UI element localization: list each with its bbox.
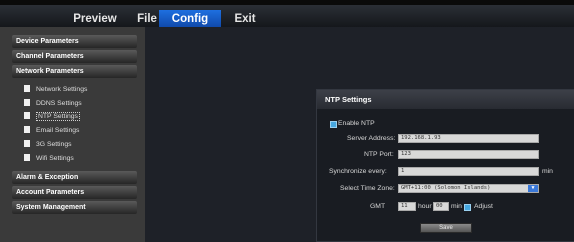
enable-ntp-label: Enable NTP bbox=[338, 120, 375, 127]
minute-label: min bbox=[451, 203, 462, 210]
sync-interval-input[interactable]: 1 bbox=[398, 167, 539, 176]
sidebar-item-ddns-settings[interactable]: DDNS Settings bbox=[24, 98, 82, 110]
document-icon bbox=[24, 99, 30, 106]
time-zone-label: Select Time Zone: bbox=[340, 185, 395, 192]
sidebar-group-device-parameters[interactable]: Device Parameters bbox=[12, 35, 137, 48]
sync-unit-label: min bbox=[542, 168, 553, 175]
sidebar-item-label: 3G Settings bbox=[36, 141, 72, 148]
adjust-checkbox[interactable] bbox=[464, 204, 471, 211]
sync-interval-label: Synchronize every: bbox=[329, 168, 387, 175]
sidebar-item-email-settings[interactable]: Email Settings bbox=[24, 125, 79, 137]
sidebar-item-label: NTP Settings bbox=[36, 112, 80, 121]
ntp-settings-panel: NTP Settings Enable NTP Server Address: … bbox=[316, 89, 574, 242]
sidebar-item-label: Network Settings bbox=[36, 86, 88, 93]
document-icon bbox=[24, 126, 30, 133]
sidebar-item-label: DDNS Settings bbox=[36, 100, 82, 107]
sidebar-group-network-parameters[interactable]: Network Parameters bbox=[12, 65, 137, 78]
ntp-port-label: NTP Port: bbox=[364, 151, 394, 158]
gmt-label: GMT bbox=[370, 203, 386, 210]
gmt-hour-input[interactable]: 11 bbox=[398, 202, 416, 211]
sidebar-item-label: Wifi Settings bbox=[36, 155, 74, 162]
sidebar-group-channel-parameters[interactable]: Channel Parameters bbox=[12, 50, 137, 63]
top-menu-bar: Preview File Config Exit bbox=[0, 0, 574, 32]
document-icon bbox=[24, 154, 30, 161]
time-zone-select[interactable]: GMT+11:00 (Solomon Islands) ▼ bbox=[398, 184, 539, 193]
enable-ntp-checkbox[interactable] bbox=[330, 121, 337, 128]
sidebar-item-wifi-settings[interactable]: Wifi Settings bbox=[24, 153, 74, 165]
server-address-input[interactable]: 192.168.1.93 bbox=[398, 134, 539, 143]
hour-label: hour bbox=[418, 203, 432, 210]
save-button[interactable]: Save bbox=[420, 223, 472, 233]
server-address-label: Server Address: bbox=[347, 135, 396, 142]
document-icon bbox=[24, 112, 30, 119]
time-zone-value: GMT+11:00 (Solomon Islands) bbox=[401, 185, 491, 191]
document-icon bbox=[24, 85, 30, 92]
sidebar-item-label: Email Settings bbox=[36, 127, 80, 134]
sidebar-item-network-settings[interactable]: Network Settings bbox=[24, 84, 87, 96]
sidebar-group-system-management[interactable]: System Management bbox=[12, 201, 137, 214]
panel-title: NTP Settings bbox=[317, 90, 574, 109]
sidebar-item-3g-settings[interactable]: 3G Settings bbox=[24, 139, 72, 151]
sidebar-item-ntp-settings[interactable]: NTP Settings bbox=[24, 111, 80, 123]
ntp-port-input[interactable]: 123 bbox=[398, 150, 539, 159]
document-icon bbox=[24, 140, 30, 147]
chevron-down-icon: ▼ bbox=[528, 185, 538, 192]
sidebar-group-alarm-exception[interactable]: Alarm & Exception bbox=[12, 171, 137, 184]
adjust-label: Adjust bbox=[474, 203, 493, 210]
gmt-minute-input[interactable]: 00 bbox=[433, 202, 449, 211]
sidebar-group-account-parameters[interactable]: Account Parameters bbox=[12, 186, 137, 199]
